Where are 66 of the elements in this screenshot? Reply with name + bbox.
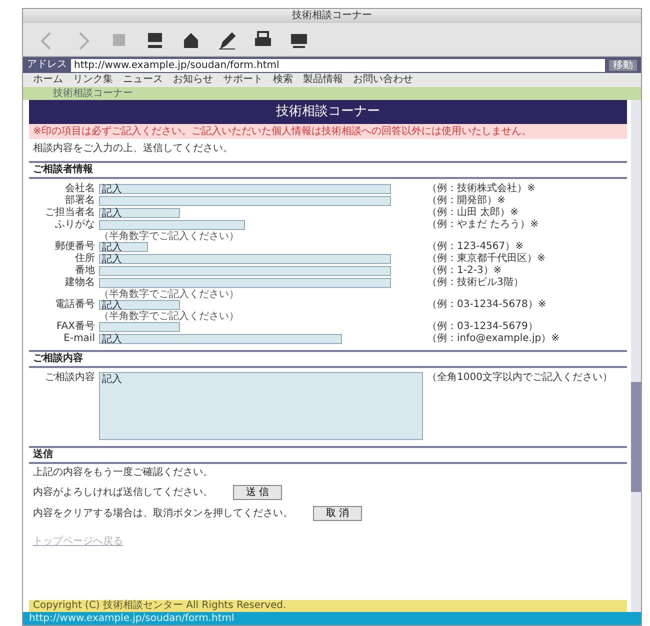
section-heading: 送信 bbox=[29, 446, 627, 464]
confirm-text: 上記の内容をもう一度ご確認ください。 bbox=[33, 467, 213, 479]
field-label: 電話番号 bbox=[54, 299, 95, 310]
bookmark-link[interactable]: ニュース bbox=[123, 74, 163, 86]
field-note: （半角数字でご記入ください） bbox=[99, 311, 240, 322]
text-area[interactable]: 記入 bbox=[99, 372, 423, 440]
bookmark-link[interactable]: 製品情報 bbox=[303, 74, 343, 86]
field-label: ご相談内容 bbox=[44, 372, 95, 383]
status-bar: http://www.example.jp/soudan/form.html bbox=[23, 612, 641, 625]
input-field[interactable]: 記入 bbox=[99, 300, 180, 310]
window-title: 技術相談コーナー bbox=[292, 10, 372, 22]
field-label: E-mail bbox=[62, 333, 95, 344]
address-label: アドレス bbox=[27, 59, 67, 71]
input-field[interactable]: 記入 bbox=[99, 334, 342, 344]
input-field[interactable] bbox=[99, 220, 245, 230]
bookmark-link[interactable]: ホーム bbox=[33, 74, 63, 86]
bookmark-link[interactable]: お問い合わせ bbox=[353, 74, 413, 86]
bookmark-link[interactable]: お知らせ bbox=[173, 74, 213, 86]
field-hint: （例：やまだ たろう）※ bbox=[427, 219, 540, 230]
field-label: 住所 bbox=[74, 253, 95, 264]
bookmark-link[interactable]: 検索 bbox=[273, 74, 293, 86]
form-button[interactable]: 送 信 bbox=[233, 485, 282, 500]
form-button[interactable]: 取 消 bbox=[313, 506, 362, 521]
tab-strip: 技術相談コーナー bbox=[23, 87, 641, 100]
field-note: （半角数字でご記入ください） bbox=[99, 231, 240, 242]
field-hint: （例：技術株式会社）※ bbox=[427, 183, 536, 194]
input-field[interactable] bbox=[99, 322, 180, 332]
scroll-thumb[interactable] bbox=[631, 382, 641, 492]
input-field[interactable] bbox=[99, 196, 391, 206]
intro-text: 相談内容をご入力の上、送信してください。 bbox=[32, 142, 234, 156]
field-hint: （全角1000文字以内でご記入ください） bbox=[427, 372, 614, 383]
instruction-text: 内容がよろしければ送信してください。 bbox=[33, 486, 213, 498]
section-heading: ご相談内容 bbox=[29, 350, 627, 368]
field-hint: （例：03-1234-5679） bbox=[427, 321, 539, 332]
page-banner: 技術相談コーナー bbox=[29, 100, 627, 124]
input-field[interactable]: 記入 bbox=[99, 184, 391, 194]
field-note: （半角数字でご記入ください） bbox=[99, 289, 240, 300]
bookmark-link[interactable]: リンク集 bbox=[73, 74, 113, 86]
input-field[interactable]: 記入 bbox=[99, 254, 391, 264]
footer-bar: Copyright (C) 技術相談センター All Rights Reserved. bbox=[29, 600, 627, 612]
bookmark-link[interactable]: サポート bbox=[223, 74, 263, 86]
field-label: 建物名 bbox=[64, 277, 95, 288]
field-hint: （例：123-4567）※ bbox=[427, 241, 525, 252]
input-field[interactable] bbox=[99, 266, 391, 276]
input-field[interactable] bbox=[99, 278, 391, 288]
field-label: 郵便番号 bbox=[54, 241, 95, 252]
field-hint: （例：1-2-3）※ bbox=[427, 265, 503, 276]
field-label: ふりがな bbox=[54, 219, 95, 230]
field-hint: （例：技術ビル3階） bbox=[427, 277, 524, 288]
section-heading: ご相談者情報 bbox=[29, 161, 627, 179]
field-label: 会社名 bbox=[64, 183, 95, 194]
field-hint: （例：東京都千代田区）※ bbox=[427, 253, 546, 264]
field-hint: （例：開発部）※ bbox=[427, 195, 506, 206]
scrollbar[interactable] bbox=[631, 100, 641, 612]
field-hint: （例：03-1234-5678）※ bbox=[427, 299, 548, 310]
input-field[interactable]: 記入 bbox=[99, 242, 148, 252]
address-field[interactable]: http://www.example.jp/soudan/form.html bbox=[71, 58, 605, 72]
input-field[interactable]: 記入 bbox=[99, 208, 180, 218]
notice-text: ※印の項目は必ずご記入ください。ご記入いただいた個人情報は技術相談への回答以外には使用いたしません。 bbox=[29, 124, 627, 139]
field-label: FAX番号 bbox=[55, 321, 95, 332]
field-hint: （例：info@example.jp）※ bbox=[427, 333, 560, 344]
field-label: 番地 bbox=[74, 265, 95, 276]
field-hint: （例：山田 太郎）※ bbox=[427, 207, 520, 218]
field-label: ご担当者名 bbox=[44, 207, 95, 218]
instruction-text: 内容をクリアする場合は、取消ボタンを押してください。 bbox=[33, 508, 293, 520]
field-label: 部署名 bbox=[64, 195, 95, 206]
